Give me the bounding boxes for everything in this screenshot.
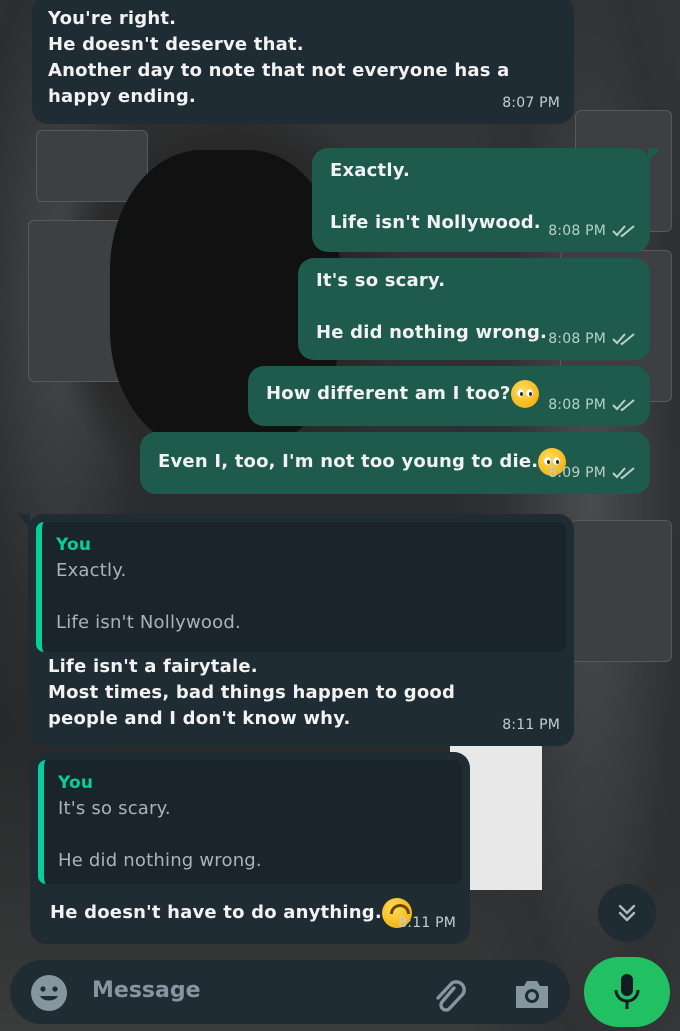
message-bubble-outgoing[interactable]: Even I, too, I'm not too young to die. 8… xyxy=(140,432,650,494)
message-input[interactable]: Message xyxy=(92,978,201,1003)
message-bubble-outgoing[interactable]: How different am I too? 8:08 PM xyxy=(248,366,650,426)
message-time: 8:07 PM xyxy=(502,95,560,111)
message-time: 8:09 PM xyxy=(548,465,606,481)
message-time: 8:11 PM xyxy=(502,717,560,733)
quoted-author: You xyxy=(56,535,92,555)
quoted-reply[interactable]: You It's so scary. He did nothing wrong. xyxy=(38,760,462,884)
quoted-text: Exactly. Life isn't Nollywood. xyxy=(56,560,241,633)
double-check-icon xyxy=(612,333,635,346)
message-bubble-outgoing[interactable]: Exactly. Life isn't Nollywood. 8:08 PM xyxy=(312,148,660,252)
double-chevron-down-icon xyxy=(618,904,636,922)
message-text: He doesn't have to do anything. xyxy=(50,902,382,923)
message-time: 8:08 PM xyxy=(548,397,606,413)
double-check-icon xyxy=(612,399,635,412)
pleading-face-icon xyxy=(510,380,539,408)
paperclip-icon[interactable] xyxy=(428,976,468,1016)
message-time: 8:11 PM xyxy=(398,915,456,931)
message-time: 8:08 PM xyxy=(548,331,606,347)
message-bubble-outgoing[interactable]: It's so scary. He did nothing wrong. 8:0… xyxy=(298,258,650,360)
camera-icon[interactable] xyxy=(512,976,552,1012)
message-text: How different am I too? xyxy=(266,383,511,404)
message-time: 8:08 PM xyxy=(548,223,606,239)
double-check-icon xyxy=(612,467,635,480)
smiley-icon[interactable] xyxy=(30,974,68,1012)
message-composer[interactable]: Message xyxy=(10,960,570,1024)
quoted-author: You xyxy=(58,773,94,793)
double-check-icon xyxy=(612,225,635,238)
message-bubble-incoming[interactable]: You're right. He doesn't deserve that. A… xyxy=(32,0,574,124)
message-text: Even I, too, I'm not too young to die. xyxy=(158,451,539,472)
message-text: Life isn't a fairytale. Most times, bad … xyxy=(48,656,456,729)
voice-message-button[interactable] xyxy=(584,957,670,1027)
scroll-to-bottom-button[interactable] xyxy=(598,884,656,942)
message-bubble-incoming[interactable]: You It's so scary. He did nothing wrong.… xyxy=(30,752,470,944)
message-bubble-incoming[interactable]: You Exactly. Life isn't Nollywood. Life … xyxy=(18,514,574,746)
quoted-reply[interactable]: You Exactly. Life isn't Nollywood. xyxy=(36,522,566,652)
quoted-text: It's so scary. He did nothing wrong. xyxy=(58,798,262,871)
message-text: You're right. He doesn't deserve that. A… xyxy=(48,8,510,107)
microphone-icon xyxy=(614,974,640,1009)
